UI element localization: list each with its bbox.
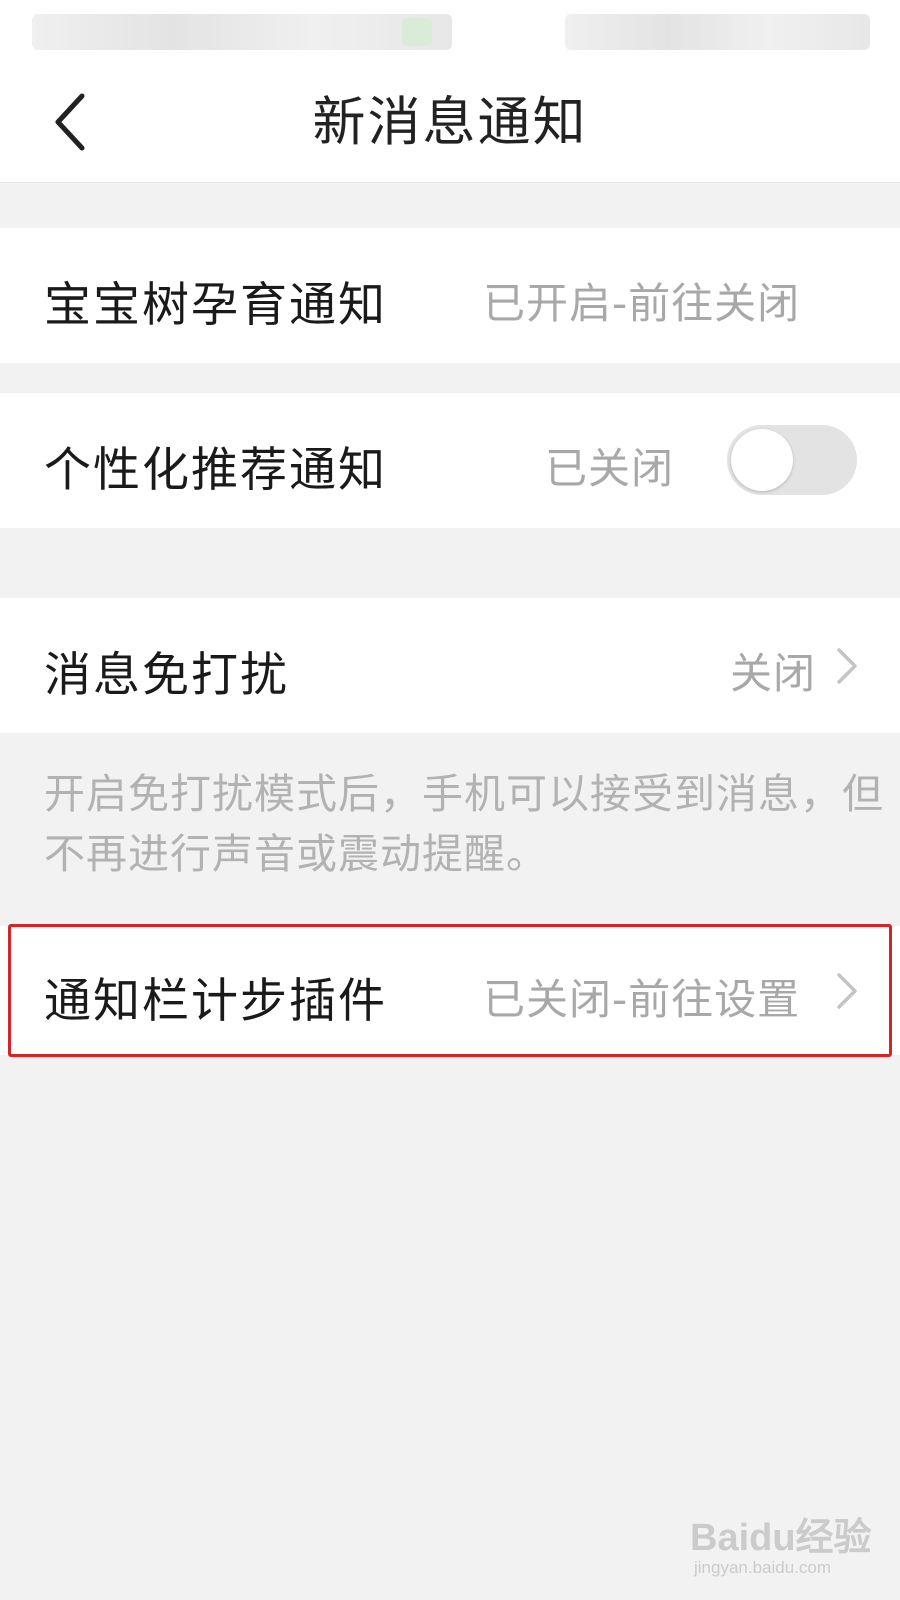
setting-row-do-not-disturb[interactable]: 消息免打扰 关闭 xyxy=(0,598,900,733)
setting-row-personalized-notification: 个性化推荐通知 已关闭 xyxy=(0,393,900,528)
chevron-right-icon xyxy=(837,648,857,684)
page-title: 新消息通知 xyxy=(312,92,588,153)
watermark-url: jingyan.baidu.com xyxy=(694,1558,832,1577)
setting-label: 消息免打扰 xyxy=(44,648,289,703)
setting-status: 已开启-前往关闭 xyxy=(483,279,801,328)
signal-icon xyxy=(402,18,432,46)
setting-label: 宝宝树孕育通知 xyxy=(44,278,387,333)
status-bar-left-blurred xyxy=(32,14,452,50)
setting-status: 已关闭 xyxy=(545,444,675,493)
chevron-right-icon xyxy=(837,973,857,1009)
setting-status: 关闭 xyxy=(730,649,817,698)
status-bar xyxy=(0,0,900,62)
setting-row-pregnancy-notification[interactable]: 宝宝树孕育通知 已开启-前往关闭 xyxy=(0,228,900,363)
setting-label: 通知栏计步插件 xyxy=(44,974,387,1029)
setting-status: 已关闭-前往设置 xyxy=(483,975,801,1024)
watermark-logo-text: Baidu经验 xyxy=(690,1517,872,1559)
do-not-disturb-description: 开启免打扰模式后，手机可以接受到消息，但不再进行声音或震动提醒。 xyxy=(44,770,884,878)
nav-bar: 新消息通知 xyxy=(0,62,900,183)
setting-label: 个性化推荐通知 xyxy=(44,443,387,498)
toggle-knob xyxy=(731,429,793,491)
personalized-notification-toggle[interactable] xyxy=(727,425,857,495)
baidu-jingyan-watermark: Baidu经验 jingyan.baidu.com xyxy=(690,1500,890,1590)
status-bar-right-blurred xyxy=(565,14,870,50)
setting-row-step-counter-widget[interactable]: 通知栏计步插件 已关闭-前往设置 xyxy=(0,926,900,1055)
